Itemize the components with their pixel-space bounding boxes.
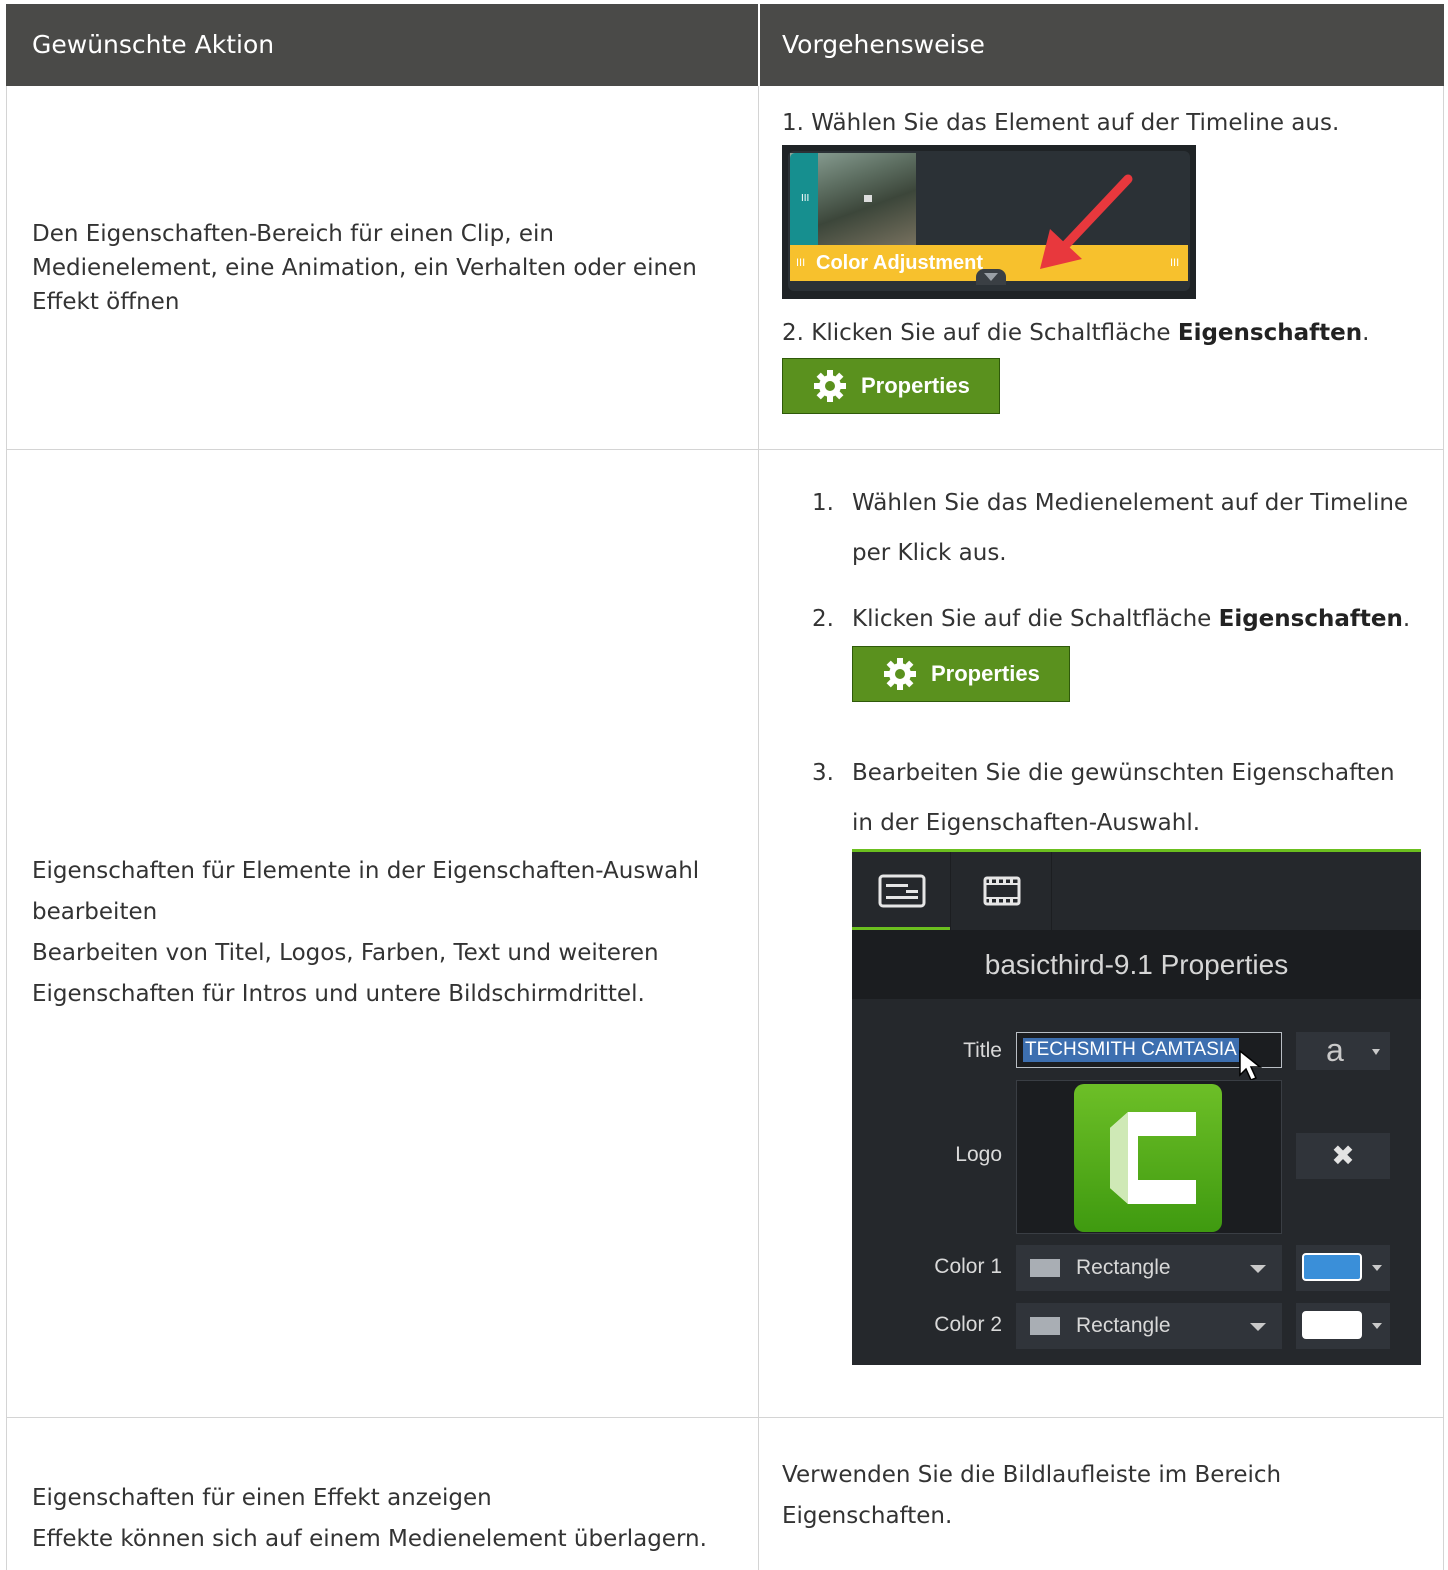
row1-step1: 1. Wählen Sie das Element auf der Timeli… — [782, 110, 1340, 136]
effect-label: Color Adjustment — [816, 252, 984, 274]
row3-procedure-line: Verwenden Sie die Bildlaufleiste im Bere… — [782, 1462, 1282, 1488]
properties-button-label: Properties — [931, 661, 1040, 686]
row2-step1-line: per Klick aus. — [852, 540, 1007, 566]
font-style-dropdown[interactable]: a — [1296, 1032, 1390, 1070]
close-icon: ✖ — [1331, 1140, 1355, 1171]
color2-shape-dropdown[interactable]: Rectangle — [1016, 1303, 1282, 1349]
logo-field-label: Logo — [955, 1143, 1002, 1166]
gear-icon — [884, 658, 916, 690]
table-border-left — [6, 86, 7, 1570]
header-action: Gewünschte Aktion — [32, 30, 275, 59]
color2-picker[interactable] — [1296, 1303, 1390, 1349]
column-divider — [758, 86, 759, 1570]
row1-action: Den Eigenschaften-Bereich für einen Clip… — [32, 217, 742, 319]
row2-step1-num: 1. — [812, 490, 834, 516]
effect-grip-left-icon: III — [796, 257, 806, 269]
row2-action-line: bearbeiten — [32, 899, 158, 925]
properties-button[interactable]: Properties — [852, 646, 1070, 702]
row1-action-line: Effekt öffnen — [32, 289, 180, 315]
row1-action-line: Den Eigenschaften-Bereich für einen Clip… — [32, 221, 554, 247]
tab-media[interactable] — [951, 852, 1052, 930]
row2-step3: Bearbeiten Sie die gewünschten Eigenscha… — [852, 748, 1442, 848]
properties-button-label: Properties — [861, 373, 970, 398]
row2-step3-num: 3. — [812, 760, 834, 786]
color1-label: Color 1 — [934, 1255, 1002, 1278]
gear-icon — [814, 370, 846, 402]
chevron-down-icon — [1372, 1265, 1382, 1271]
row2-step2-suffix: . — [1402, 606, 1411, 632]
panel-title: basicthird-9.1 Properties — [852, 930, 1421, 999]
header-separator — [758, 4, 760, 86]
row3-action-line: Eigenschaften für einen Effekt anzeigen — [32, 1485, 492, 1511]
table-header: Gewünschte Aktion Vorgehensweise — [6, 4, 1444, 86]
row-divider-2 — [6, 1417, 1444, 1418]
row3-procedure: Verwenden Sie die Bildlaufleiste im Bere… — [782, 1455, 1422, 1537]
row1-step2: 2. Klicken Sie auf die Schaltfläche Eige… — [782, 320, 1369, 346]
color2-label: Color 2 — [934, 1313, 1002, 1336]
header-procedure: Vorgehensweise — [782, 30, 985, 59]
row2-step1: Wählen Sie das Medienelement auf der Tim… — [852, 478, 1442, 578]
row2-step2-text: Klicken Sie auf die Schaltfläche — [852, 606, 1219, 632]
row1-step2-text: 2. Klicken Sie auf die Schaltfläche — [782, 320, 1178, 346]
properties-button[interactable]: Properties — [782, 358, 1000, 414]
row1-step2-bold: Eigenschaften — [1177, 320, 1363, 346]
properties-panel-screenshot: basicthird-9.1 Properties Title TECHSMIT… — [852, 849, 1421, 1365]
row-divider-1 — [6, 449, 1444, 450]
row2-action-line: Eigenschaften für Elemente in der Eigens… — [32, 858, 700, 884]
lower-third-icon — [878, 874, 926, 908]
title-input-value: TECHSMITH CAMTASIA — [1023, 1038, 1239, 1062]
chevron-down-icon — [1250, 1265, 1266, 1273]
color2-shape-value: Rectangle — [1076, 1314, 1171, 1337]
row2-step2-bold: Eigenschaften — [1218, 606, 1403, 632]
clip-marker-icon — [864, 195, 872, 202]
row2-action-line: Eigenschaften für Intros und untere Bild… — [32, 981, 645, 1007]
row2-step2-num: 2. — [812, 606, 834, 632]
remove-logo-button[interactable]: ✖ — [1296, 1133, 1390, 1179]
clip-handle: III — [790, 153, 818, 245]
procedure-table: Gewünschte Aktion Vorgehensweise Den Eig… — [6, 4, 1444, 1570]
camtasia-logo — [1074, 1084, 1222, 1232]
color1-shape-dropdown[interactable]: Rectangle — [1016, 1245, 1282, 1291]
color1-picker[interactable] — [1296, 1245, 1390, 1291]
camtasia-c-icon — [1110, 1112, 1196, 1204]
chevron-down-icon — [1372, 1323, 1382, 1329]
chevron-down-icon — [984, 273, 998, 281]
color1-shape-value: Rectangle — [1076, 1256, 1171, 1279]
font-glyph: a — [1326, 1032, 1344, 1068]
row2-step1-line: Wählen Sie das Medienelement auf der Tim… — [852, 490, 1409, 516]
row2-step2: Klicken Sie auf die Schaltfläche Eigensc… — [852, 606, 1410, 632]
film-icon — [983, 876, 1021, 906]
effect-grip-right-icon: III — [1170, 257, 1180, 269]
expand-tab[interactable] — [976, 269, 1006, 285]
chevron-down-icon — [1372, 1049, 1380, 1055]
title-field-label: Title — [963, 1039, 1002, 1062]
row3-procedure-line: Eigenschaften. — [782, 1503, 953, 1529]
chevron-down-icon — [1250, 1323, 1266, 1331]
timeline-screenshot: III III Color Adjustment III — [782, 145, 1196, 299]
red-arrow-icon — [1040, 174, 1133, 269]
color2-chip — [1302, 1311, 1362, 1339]
row1-step2-suffix: . — [1362, 320, 1370, 346]
row2-action: Eigenschaften für Elemente in der Eigens… — [32, 851, 752, 1015]
row2-step3-line: Bearbeiten Sie die gewünschten Eigenscha… — [852, 760, 1395, 786]
color1-chip — [1302, 1253, 1362, 1281]
row3-action: Eigenschaften für einen Effekt anzeigen … — [32, 1478, 752, 1560]
tab-visual-properties[interactable] — [852, 852, 951, 930]
row2-action-line: Bearbeiten von Titel, Logos, Farben, Tex… — [32, 940, 659, 966]
mouse-cursor-icon — [1239, 1049, 1263, 1081]
row1-action-line: Medienelement, eine Animation, ein Verha… — [32, 255, 697, 281]
row2-step3-line: in der Eigenschaften-Auswahl. — [852, 810, 1201, 836]
shape-swatch — [1030, 1317, 1060, 1335]
shape-swatch — [1030, 1259, 1060, 1277]
table-border-right — [1443, 86, 1444, 1570]
row3-action-line: Effekte können sich auf einem Medienelem… — [32, 1526, 707, 1552]
